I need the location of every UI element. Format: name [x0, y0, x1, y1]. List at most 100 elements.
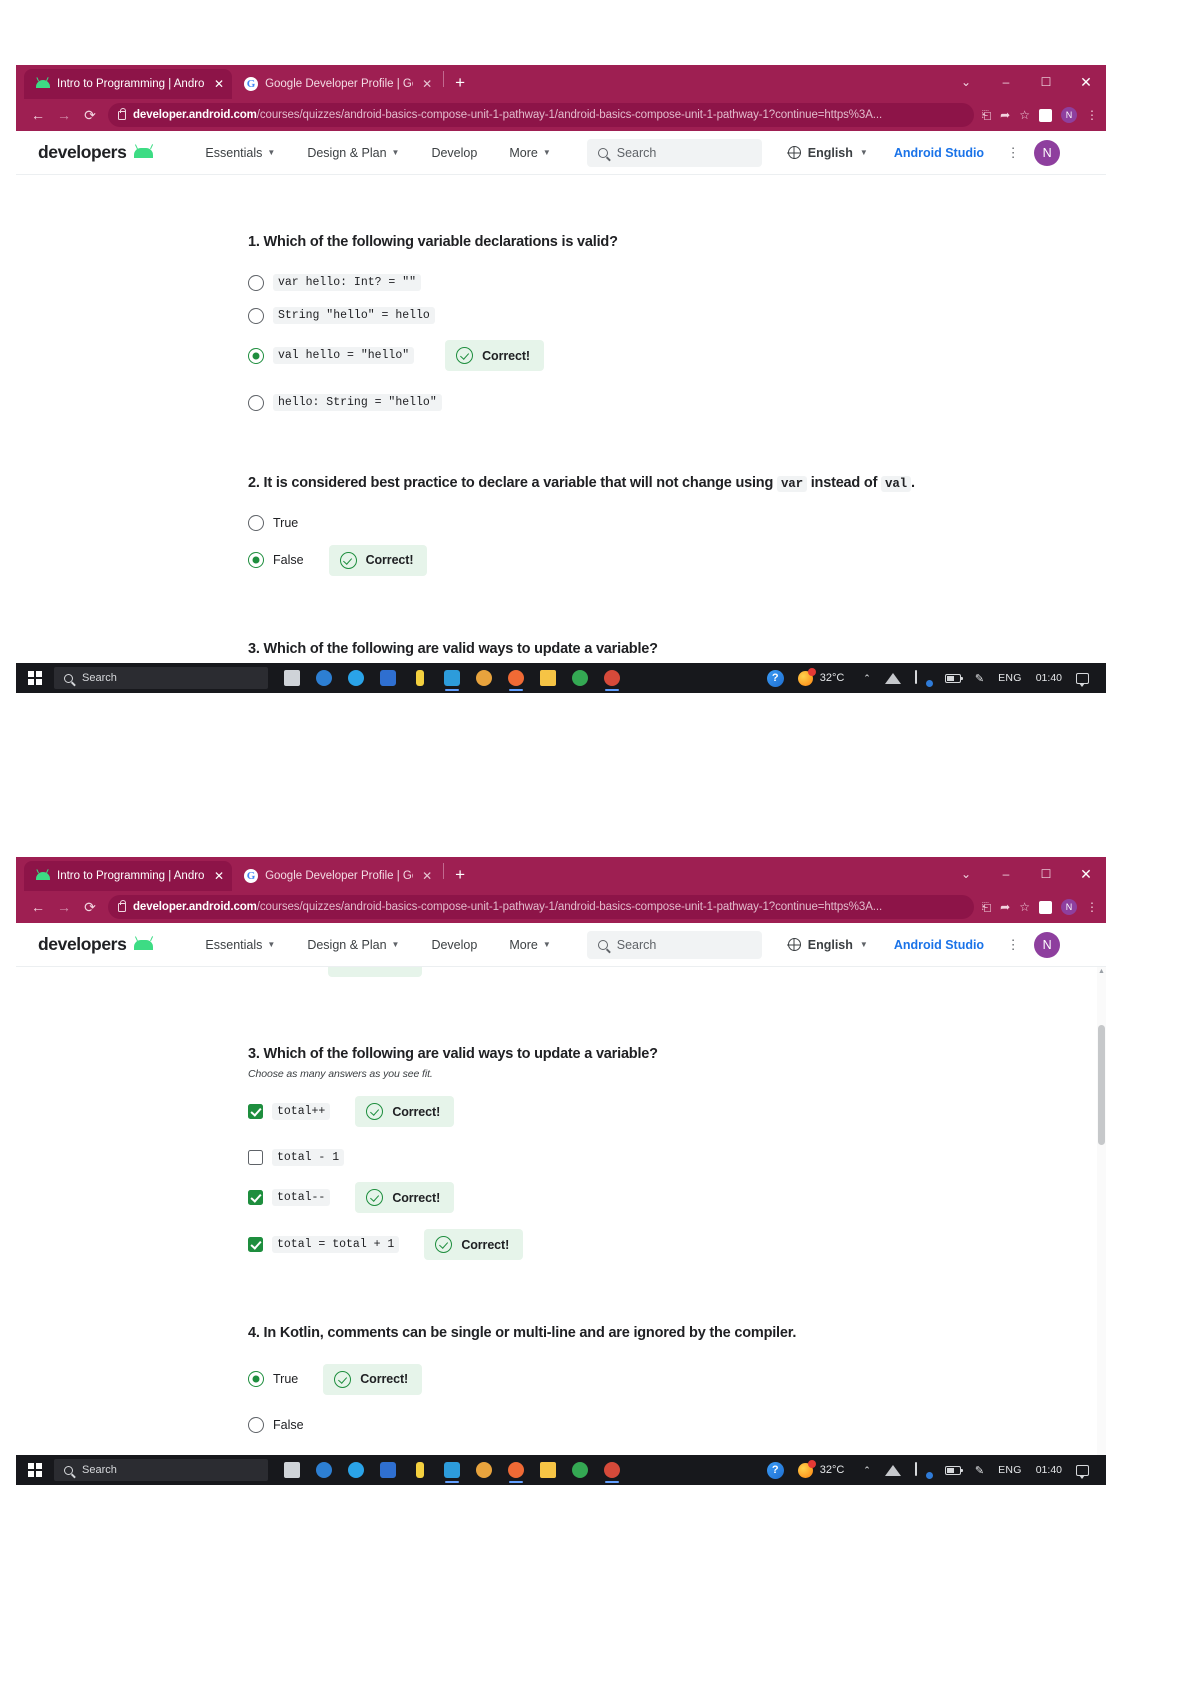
pen-icon[interactable]: ✎: [968, 1455, 991, 1485]
maximize-button[interactable]: ☐: [1026, 861, 1066, 887]
chrome-active-icon[interactable]: [596, 663, 628, 693]
language-selector[interactable]: English ▼: [787, 146, 868, 160]
option-row[interactable]: total = total + 1 Correct!: [248, 1229, 1066, 1261]
nav-item-essentials[interactable]: Essentials ▼: [189, 146, 291, 160]
radio-button-selected[interactable]: [248, 347, 264, 364]
nav-item-essentials[interactable]: Essentials ▼: [189, 938, 291, 952]
brave-icon[interactable]: [500, 1455, 532, 1485]
brave-icon[interactable]: [500, 663, 532, 693]
brand-logo[interactable]: developers: [38, 934, 154, 955]
option-row[interactable]: var hello: Int? = "": [248, 274, 1066, 292]
radio-button[interactable]: [248, 394, 264, 411]
task-view-icon[interactable]: [276, 1455, 308, 1485]
option-row[interactable]: total++ Correct!: [248, 1096, 1066, 1128]
taskbar-search-input[interactable]: Search: [54, 667, 268, 689]
option-row[interactable]: True Correct!: [248, 1363, 1066, 1395]
back-button[interactable]: ←: [26, 895, 50, 919]
mail-icon[interactable]: [372, 1455, 404, 1485]
language-indicator[interactable]: ENG: [991, 663, 1029, 693]
minimize-button[interactable]: –: [986, 69, 1026, 95]
tray-expand-button[interactable]: ⌃: [856, 1455, 878, 1485]
office-icon[interactable]: [468, 1455, 500, 1485]
display-icon[interactable]: [908, 663, 938, 693]
wifi-icon[interactable]: [878, 1455, 908, 1485]
share-icon[interactable]: ➦: [1000, 901, 1010, 913]
option-row[interactable]: val hello = "hello" Correct!: [248, 340, 1066, 372]
language-selector[interactable]: English ▼: [787, 938, 868, 952]
tab-search-icon[interactable]: ⌄: [946, 69, 986, 95]
radio-button[interactable]: [248, 1416, 264, 1433]
store-icon[interactable]: [436, 1455, 468, 1485]
option-row[interactable]: total - 1: [248, 1149, 1066, 1167]
extension-icon[interactable]: [1039, 108, 1052, 122]
account-avatar[interactable]: N: [1034, 139, 1061, 166]
address-bar[interactable]: developer.android.com/courses/quizzes/an…: [108, 895, 974, 919]
radio-button-selected[interactable]: [248, 552, 264, 569]
pen-icon[interactable]: ✎: [968, 663, 991, 693]
tab-search-icon[interactable]: ⌄: [946, 861, 986, 887]
nav-item-develop[interactable]: Develop: [415, 938, 493, 952]
help-icon[interactable]: ?: [760, 1455, 791, 1485]
account-avatar[interactable]: N: [1034, 931, 1061, 958]
install-icon[interactable]: ⎗: [982, 901, 992, 913]
chrome-window-icon[interactable]: [564, 1455, 596, 1485]
radio-button[interactable]: [248, 514, 264, 531]
windows-start-icon[interactable]: [16, 1455, 54, 1485]
notification-icon[interactable]: [1069, 663, 1096, 693]
bookmark-star-icon[interactable]: ☆: [1019, 901, 1030, 913]
store-icon[interactable]: [436, 663, 468, 693]
radio-button[interactable]: [248, 307, 264, 324]
tray-expand-button[interactable]: ⌃: [856, 663, 878, 693]
clock[interactable]: 01:40: [1029, 663, 1069, 693]
nav-item-design-plan[interactable]: Design & Plan ▼: [291, 146, 415, 160]
share-icon[interactable]: ➦: [1000, 109, 1010, 121]
new-tab-button[interactable]: +: [451, 866, 475, 891]
reload-button[interactable]: ⟳: [78, 895, 102, 919]
browser-tab-0[interactable]: Intro to Programming | Android ✕: [24, 861, 233, 891]
battery-icon[interactable]: [938, 1455, 968, 1485]
option-row[interactable]: True: [248, 514, 1066, 531]
chrome-menu-icon[interactable]: ⋮: [1086, 901, 1098, 913]
edge-icon[interactable]: [308, 663, 340, 693]
weather-widget[interactable]: 32°C: [791, 1455, 857, 1485]
scroll-thumb[interactable]: [1098, 1025, 1105, 1145]
language-indicator[interactable]: ENG: [991, 1455, 1029, 1485]
checkbox-checked[interactable]: [248, 1190, 263, 1206]
install-icon[interactable]: ⎗: [982, 109, 992, 121]
nav-item-design-plan[interactable]: Design & Plan ▼: [291, 938, 415, 952]
site-search-input[interactable]: Search: [586, 930, 762, 959]
minimize-button[interactable]: –: [986, 861, 1026, 887]
lightning-icon[interactable]: [404, 1455, 436, 1485]
header-menu-icon[interactable]: ⋮: [1006, 146, 1020, 159]
header-menu-icon[interactable]: ⋮: [1006, 938, 1020, 951]
tab-close-icon[interactable]: ✕: [214, 78, 224, 90]
android-studio-link[interactable]: Android Studio: [894, 146, 984, 160]
checkbox-checked[interactable]: [248, 1104, 263, 1120]
help-icon[interactable]: ?: [760, 663, 791, 693]
new-tab-button[interactable]: +: [451, 74, 475, 99]
weather-widget[interactable]: 32°C: [791, 663, 857, 693]
browser-tab-0[interactable]: Intro to Programming | Android ✕: [24, 69, 233, 99]
extension-icon[interactable]: [1039, 900, 1052, 914]
option-row[interactable]: total-- Correct!: [248, 1182, 1066, 1214]
option-row[interactable]: hello: String = "hello": [248, 394, 1066, 412]
display-icon[interactable]: [908, 1455, 938, 1485]
taskbar-search-input[interactable]: Search: [54, 1459, 268, 1481]
forward-button[interactable]: →: [52, 103, 76, 127]
forward-button[interactable]: →: [52, 895, 76, 919]
reload-button[interactable]: ⟳: [78, 103, 102, 127]
chrome-window-icon[interactable]: [564, 663, 596, 693]
tab-close-icon[interactable]: ✕: [422, 870, 432, 882]
scroll-up-arrow[interactable]: ▲: [1097, 967, 1106, 976]
nav-item-more[interactable]: More ▼: [493, 146, 566, 160]
chrome-menu-icon[interactable]: ⋮: [1086, 109, 1098, 121]
back-button[interactable]: ←: [26, 103, 50, 127]
radio-button[interactable]: [248, 274, 264, 291]
option-row[interactable]: False: [248, 1416, 1066, 1433]
office-icon[interactable]: [468, 663, 500, 693]
task-view-icon[interactable]: [276, 663, 308, 693]
battery-icon[interactable]: [938, 663, 968, 693]
brand-logo[interactable]: developers: [38, 142, 154, 163]
tab-close-icon[interactable]: ✕: [214, 870, 224, 882]
profile-avatar[interactable]: N: [1061, 899, 1077, 915]
